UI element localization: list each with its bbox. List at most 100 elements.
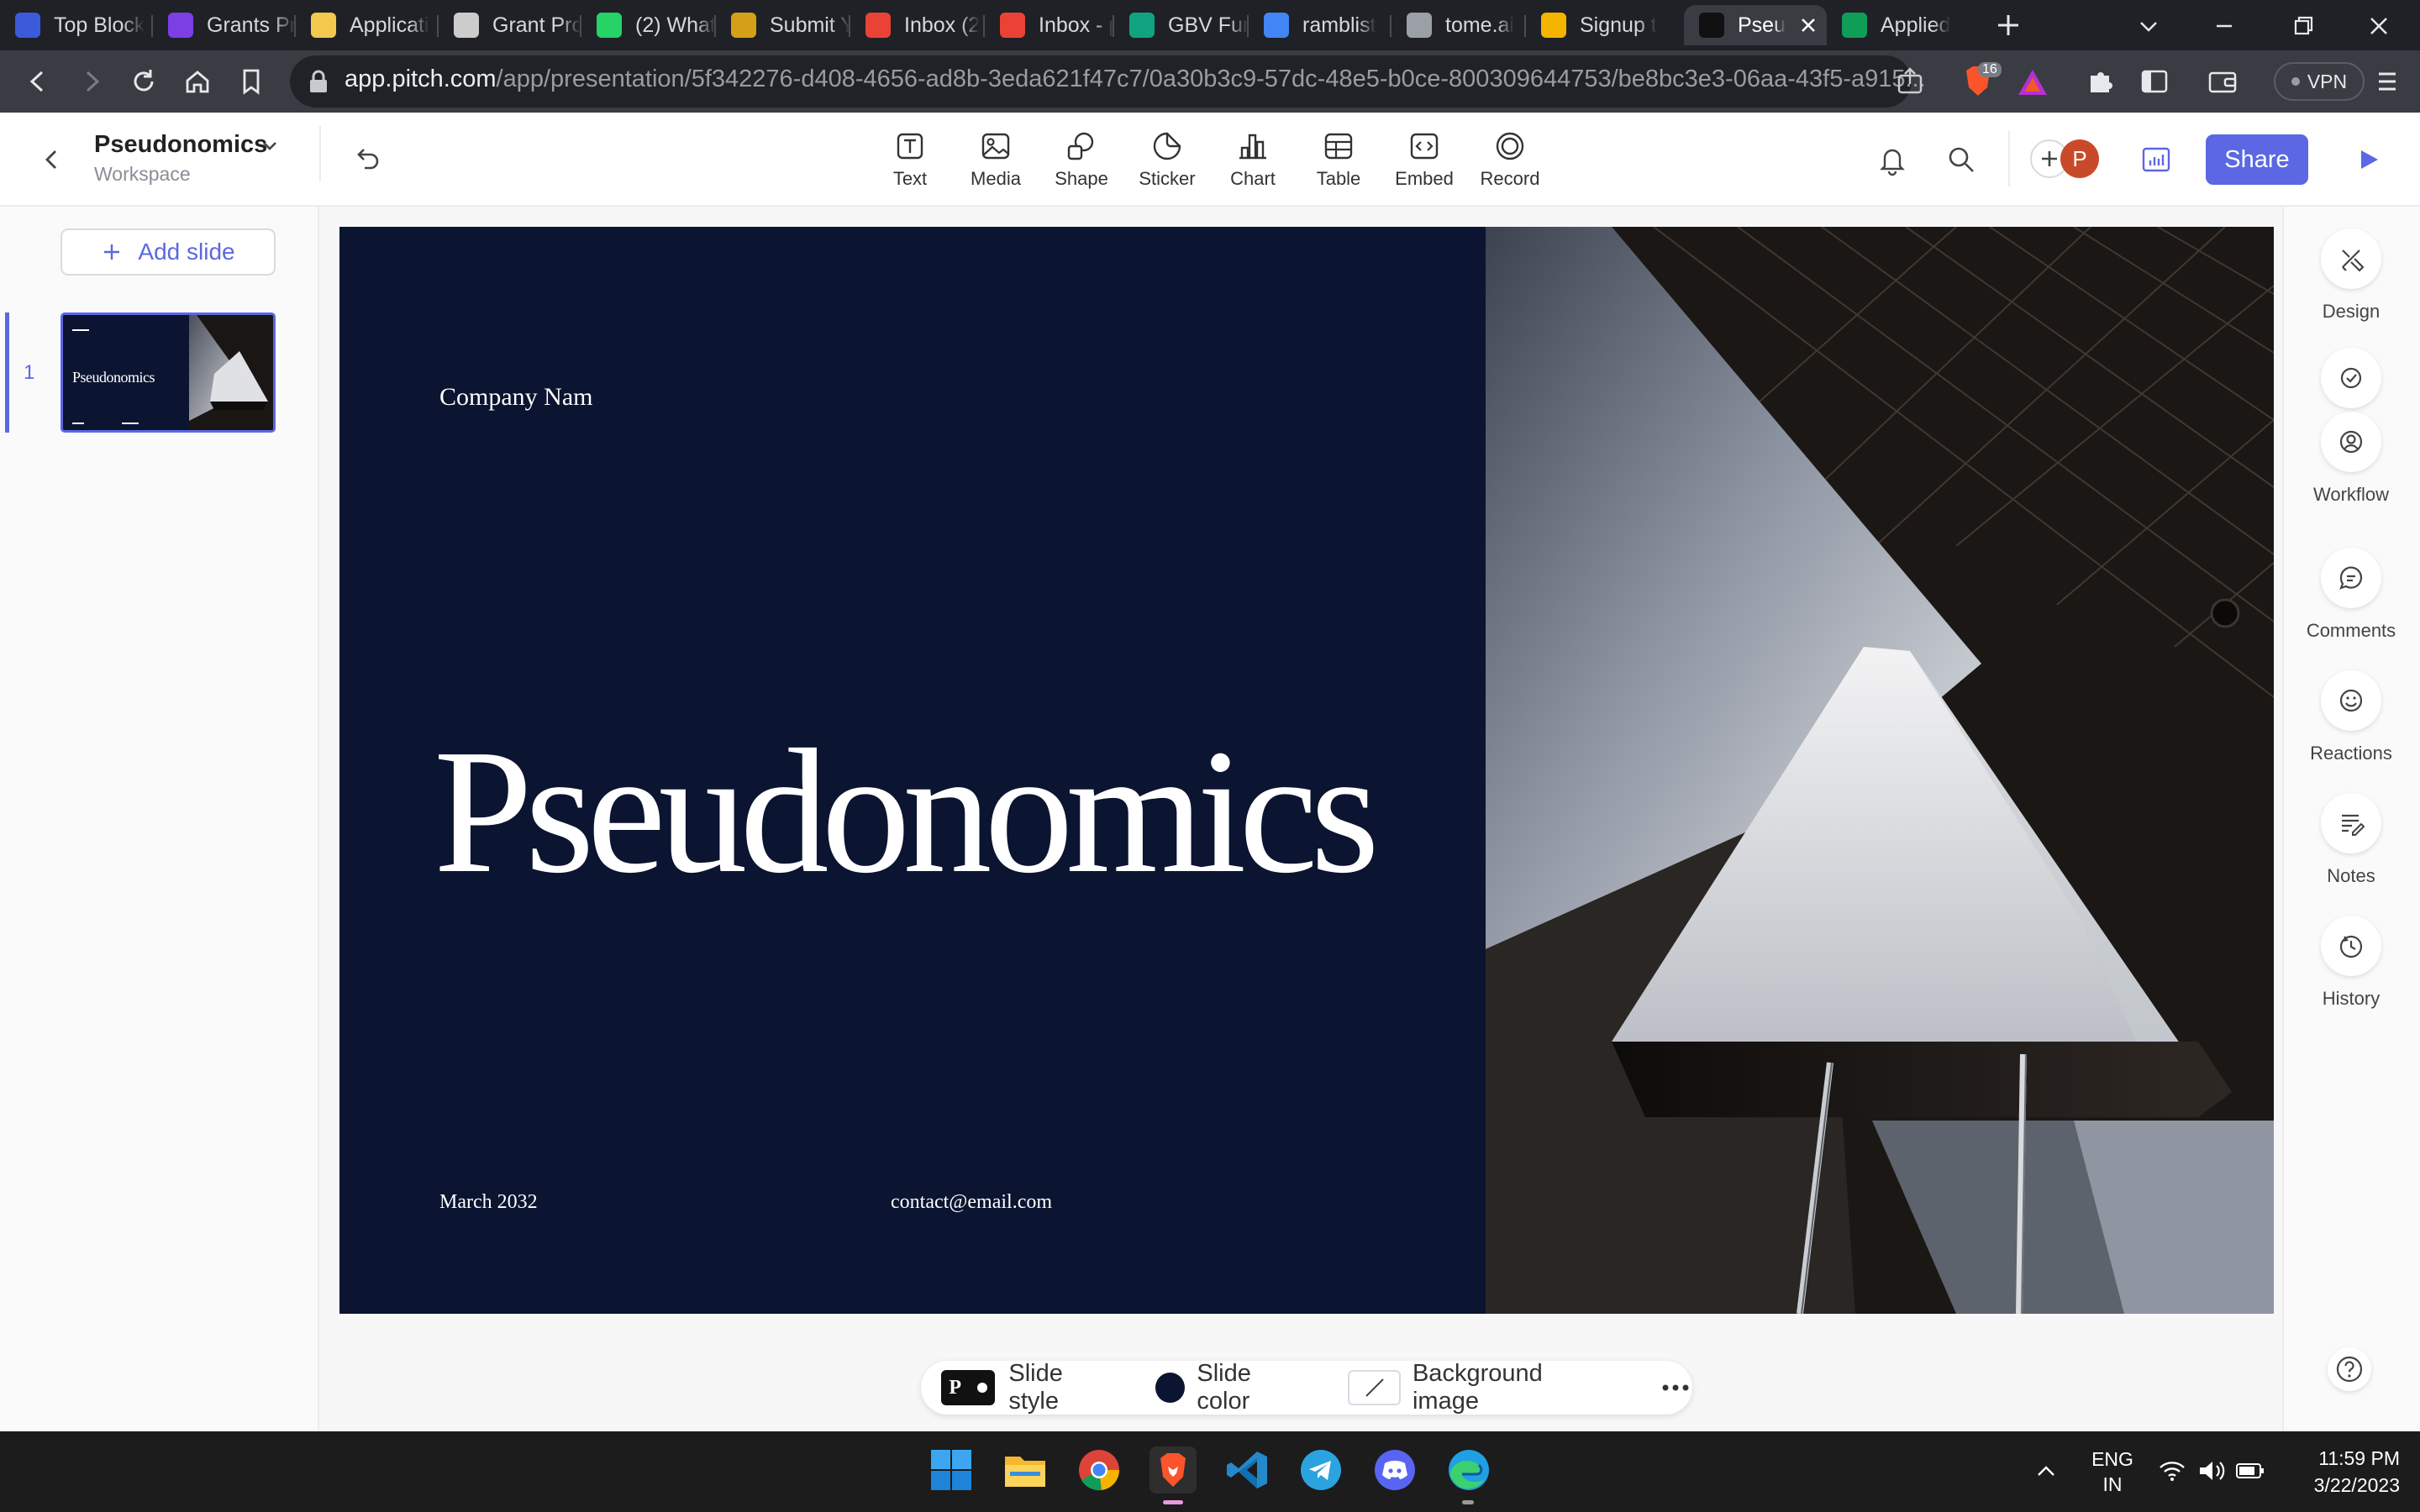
browser-tab[interactable]: Grant Pro	[439, 5, 581, 45]
slide-canvas[interactable]: Company Nam Pseudonomics March 2032 cont…	[339, 227, 2274, 1314]
title-menu-button[interactable]	[259, 134, 281, 156]
battery-icon[interactable]	[2235, 1462, 2265, 1480]
browser-tab[interactable]: Top Block	[0, 5, 150, 45]
slide-thumbnail[interactable]: Pseudonomics	[60, 312, 276, 433]
search-icon	[1949, 147, 1974, 172]
rail-history-button[interactable]: History	[2282, 916, 2420, 1010]
slide-color-button[interactable]: Slide color	[1155, 1360, 1307, 1415]
brave-icon[interactable]	[1150, 1446, 1197, 1494]
slide-style-dot	[976, 1383, 987, 1393]
language-indicator[interactable]: ENG IN	[2086, 1446, 2139, 1497]
restore-button[interactable]	[2289, 12, 2317, 40]
lock-icon[interactable]	[308, 69, 329, 94]
browser-tab[interactable]: Applicati	[296, 5, 439, 45]
discord-icon[interactable]	[1371, 1446, 1418, 1494]
presentation-title[interactable]: Pseudonomics	[94, 131, 267, 159]
close-tab-icon[interactable]	[1798, 15, 1818, 35]
tab-separator	[849, 15, 850, 37]
bookmark-button[interactable]	[235, 66, 267, 97]
reload-button[interactable]	[128, 66, 160, 97]
rail-reactions-button[interactable]: Reactions	[2282, 670, 2420, 764]
close-window-button[interactable]	[2365, 12, 2393, 40]
minimize-button[interactable]	[2210, 12, 2238, 40]
tray-overflow-button[interactable]	[2033, 1462, 2059, 1482]
telegram-icon[interactable]	[1297, 1446, 1344, 1494]
back-arrow-icon	[29, 71, 44, 92]
volume-icon[interactable]	[2196, 1458, 2227, 1483]
file-explorer-icon[interactable]	[1002, 1446, 1049, 1494]
tool-record-button[interactable]: Record	[1466, 129, 1554, 190]
clock-date: 3/22/2023	[2313, 1474, 2400, 1496]
wifi-icon[interactable]	[2158, 1458, 2186, 1483]
tab-title: (2) What	[635, 13, 716, 37]
tab-search-button[interactable]	[2136, 13, 2161, 39]
browser-tab[interactable]: (2) What	[581, 5, 716, 45]
brave-rewards-button[interactable]	[2017, 67, 2049, 97]
chart-icon	[1239, 134, 1266, 160]
record-icon	[1496, 132, 1524, 160]
browser-tab[interactable]: tome.ai	[1392, 5, 1526, 45]
tool-chart-button[interactable]: Chart	[1209, 129, 1297, 190]
url-text[interactable]: app.pitch.com/app/presentation/5f342276-…	[345, 66, 1926, 93]
rail-comments-button[interactable]: Comments	[2282, 548, 2420, 642]
undo-icon	[357, 149, 379, 170]
vpn-button[interactable]: VPN	[2274, 62, 2365, 101]
search-button[interactable]	[1944, 143, 1978, 176]
workflow-icon	[2321, 348, 2381, 408]
tool-shape-button[interactable]: Shape	[1038, 129, 1125, 190]
tool-table-button[interactable]: Table	[1295, 129, 1382, 190]
browser-tab[interactable]: Signup t	[1526, 5, 1684, 45]
edge-icon[interactable]	[1445, 1446, 1492, 1494]
rail-notes-button[interactable]: Notes	[2282, 793, 2420, 887]
browser-tab[interactable]: Inbox - p	[985, 5, 1114, 45]
browser-tab[interactable]: Submit Y	[716, 5, 850, 45]
more-options-button[interactable]	[1660, 1371, 1692, 1404]
back-to-workspace-button[interactable]	[37, 144, 67, 175]
company-name-text[interactable]: Company Nam	[439, 383, 592, 412]
tool-media-button[interactable]: Media	[952, 129, 1039, 190]
analytics-button[interactable]	[2139, 143, 2173, 176]
forward-button[interactable]	[76, 66, 108, 97]
extensions-button[interactable]	[2084, 66, 2116, 97]
browser-tab[interactable]: Applied	[1827, 5, 1960, 45]
slide-number: 1	[24, 361, 35, 384]
chrome-icon[interactable]	[1076, 1446, 1123, 1494]
browser-tab[interactable]: Pseu	[1684, 5, 1827, 45]
rail-design-button[interactable]: Design	[2282, 228, 2420, 323]
tab-title: Signup t	[1580, 13, 1657, 37]
undo-button[interactable]	[350, 143, 383, 176]
background-image-button[interactable]: Background image	[1348, 1360, 1611, 1415]
add-slide-button[interactable]: Add slide	[60, 228, 276, 276]
tool-sticker-button[interactable]: Sticker	[1123, 129, 1211, 190]
home-button[interactable]	[182, 66, 213, 97]
vscode-icon[interactable]	[1223, 1446, 1270, 1494]
contact-text[interactable]: contact@email.com	[891, 1191, 1052, 1214]
date-text[interactable]: March 2032	[439, 1191, 538, 1214]
tab-separator	[1524, 15, 1526, 37]
slide-style-button[interactable]: P Slide style	[941, 1360, 1117, 1415]
help-button[interactable]	[2328, 1347, 2371, 1391]
new-tab-button[interactable]	[1993, 10, 2023, 40]
brave-shields-button[interactable]: 16	[1961, 62, 2002, 99]
share-page-button[interactable]	[1894, 66, 1926, 97]
tool-text-button[interactable]: Text	[866, 129, 954, 190]
browser-menu-button[interactable]	[2373, 66, 2402, 97]
notifications-button[interactable]	[1876, 143, 1909, 176]
windows-start-icon[interactable]	[928, 1446, 975, 1494]
share-button[interactable]: Share	[2206, 134, 2308, 185]
avatar[interactable]: P	[2060, 139, 2099, 178]
tab-separator	[1113, 15, 1114, 37]
back-button[interactable]	[22, 66, 54, 97]
tool-embed-button[interactable]: Embed	[1381, 129, 1468, 190]
browser-tab[interactable]: GBV Fun	[1114, 5, 1249, 45]
sidebar-toggle-button[interactable]	[2139, 67, 2170, 96]
browser-tab[interactable]: Inbox (2	[850, 5, 985, 45]
browser-tab[interactable]: Grants Pr	[153, 5, 296, 45]
rail-workflow-button[interactable]: Workflow	[2282, 348, 2420, 506]
slide-title-text[interactable]: Pseudonomics	[434, 722, 1380, 900]
browser-tab[interactable]: ramblist	[1249, 5, 1392, 45]
architecture-photo[interactable]	[1486, 227, 2274, 1314]
present-button[interactable]	[2353, 144, 2383, 175]
wallet-button[interactable]	[2207, 67, 2238, 96]
system-clock[interactable]: 11:59 PM 3/22/2023	[2282, 1445, 2400, 1499]
